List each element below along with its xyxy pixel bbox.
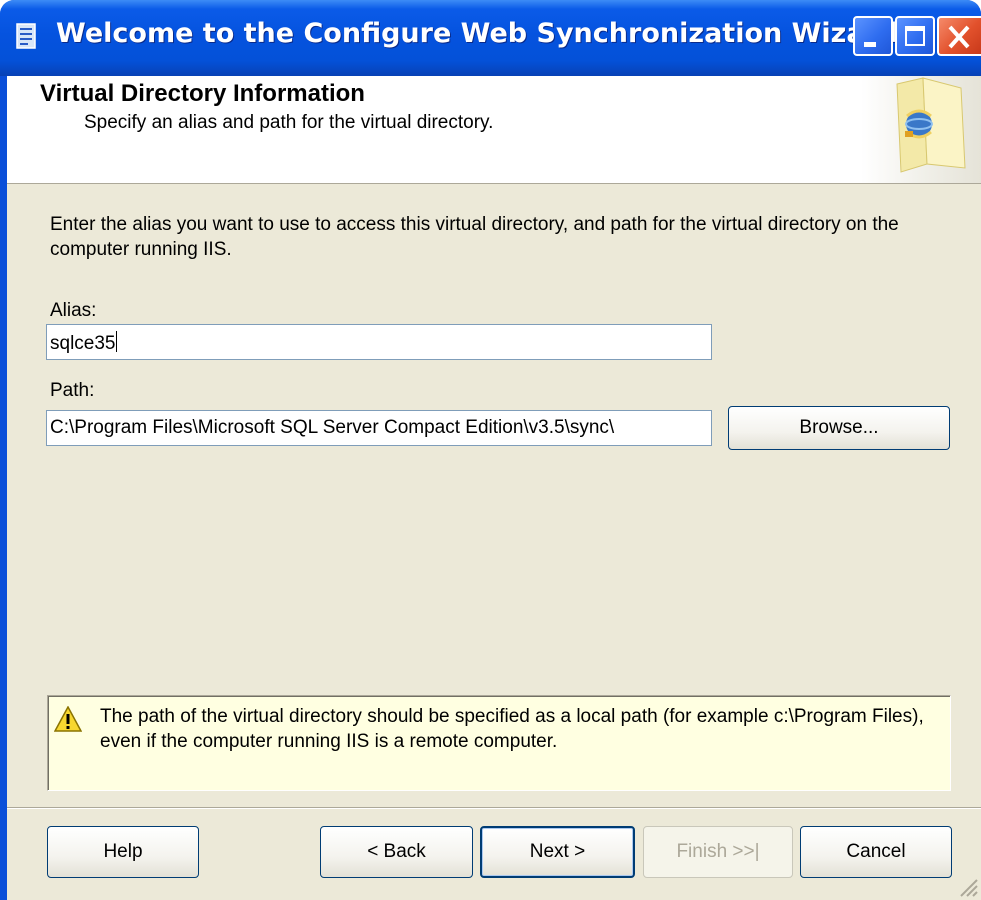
maximize-icon [905, 26, 925, 46]
warning-panel: The path of the virtual directory should… [47, 695, 951, 791]
back-button[interactable]: < Back [320, 826, 473, 878]
alias-input[interactable]: sqlce35 [46, 324, 712, 360]
resize-grip-icon[interactable] [955, 874, 979, 898]
alias-label: Alias: [50, 300, 97, 321]
page-subtitle: Specify an alias and path for the virtua… [84, 112, 494, 133]
cancel-button[interactable]: Cancel [800, 826, 952, 878]
maximize-button[interactable] [895, 16, 935, 56]
wizard-header: Virtual Directory Information Specify an… [7, 76, 981, 184]
path-input[interactable]: C:\Program Files\Microsoft SQL Server Co… [46, 410, 712, 446]
alias-value: sqlce35 [50, 333, 116, 354]
header-banner [861, 76, 981, 183]
window-title: Welcome to the Configure Web Synchroniza… [56, 18, 898, 49]
next-button[interactable]: Next > [480, 826, 635, 878]
browse-button[interactable]: Browse... [728, 406, 950, 450]
page-description: Enter the alias you want to use to acces… [50, 214, 899, 260]
path-value: C:\Program Files\Microsoft SQL Server Co… [50, 417, 615, 438]
close-icon [948, 25, 970, 49]
globe-gear-icon [896, 77, 966, 173]
minimize-icon [864, 42, 876, 47]
footer-divider [7, 807, 981, 809]
path-label: Path: [50, 380, 95, 401]
text-caret [115, 331, 117, 352]
warning-text: The path of the virtual directory should… [100, 706, 924, 752]
wizard-body: Enter the alias you want to use to acces… [7, 184, 981, 900]
wizard-window: Welcome to the Configure Web Synchroniza… [0, 0, 981, 900]
page-title: Virtual Directory Information [40, 80, 365, 107]
minimize-button[interactable] [853, 16, 893, 56]
help-button[interactable]: Help [47, 826, 199, 878]
close-button[interactable] [937, 16, 981, 56]
wizard-icon [16, 23, 36, 49]
title-bar[interactable]: Welcome to the Configure Web Synchroniza… [0, 0, 981, 76]
finish-button: Finish >>| [643, 826, 793, 878]
warning-icon [54, 706, 82, 732]
